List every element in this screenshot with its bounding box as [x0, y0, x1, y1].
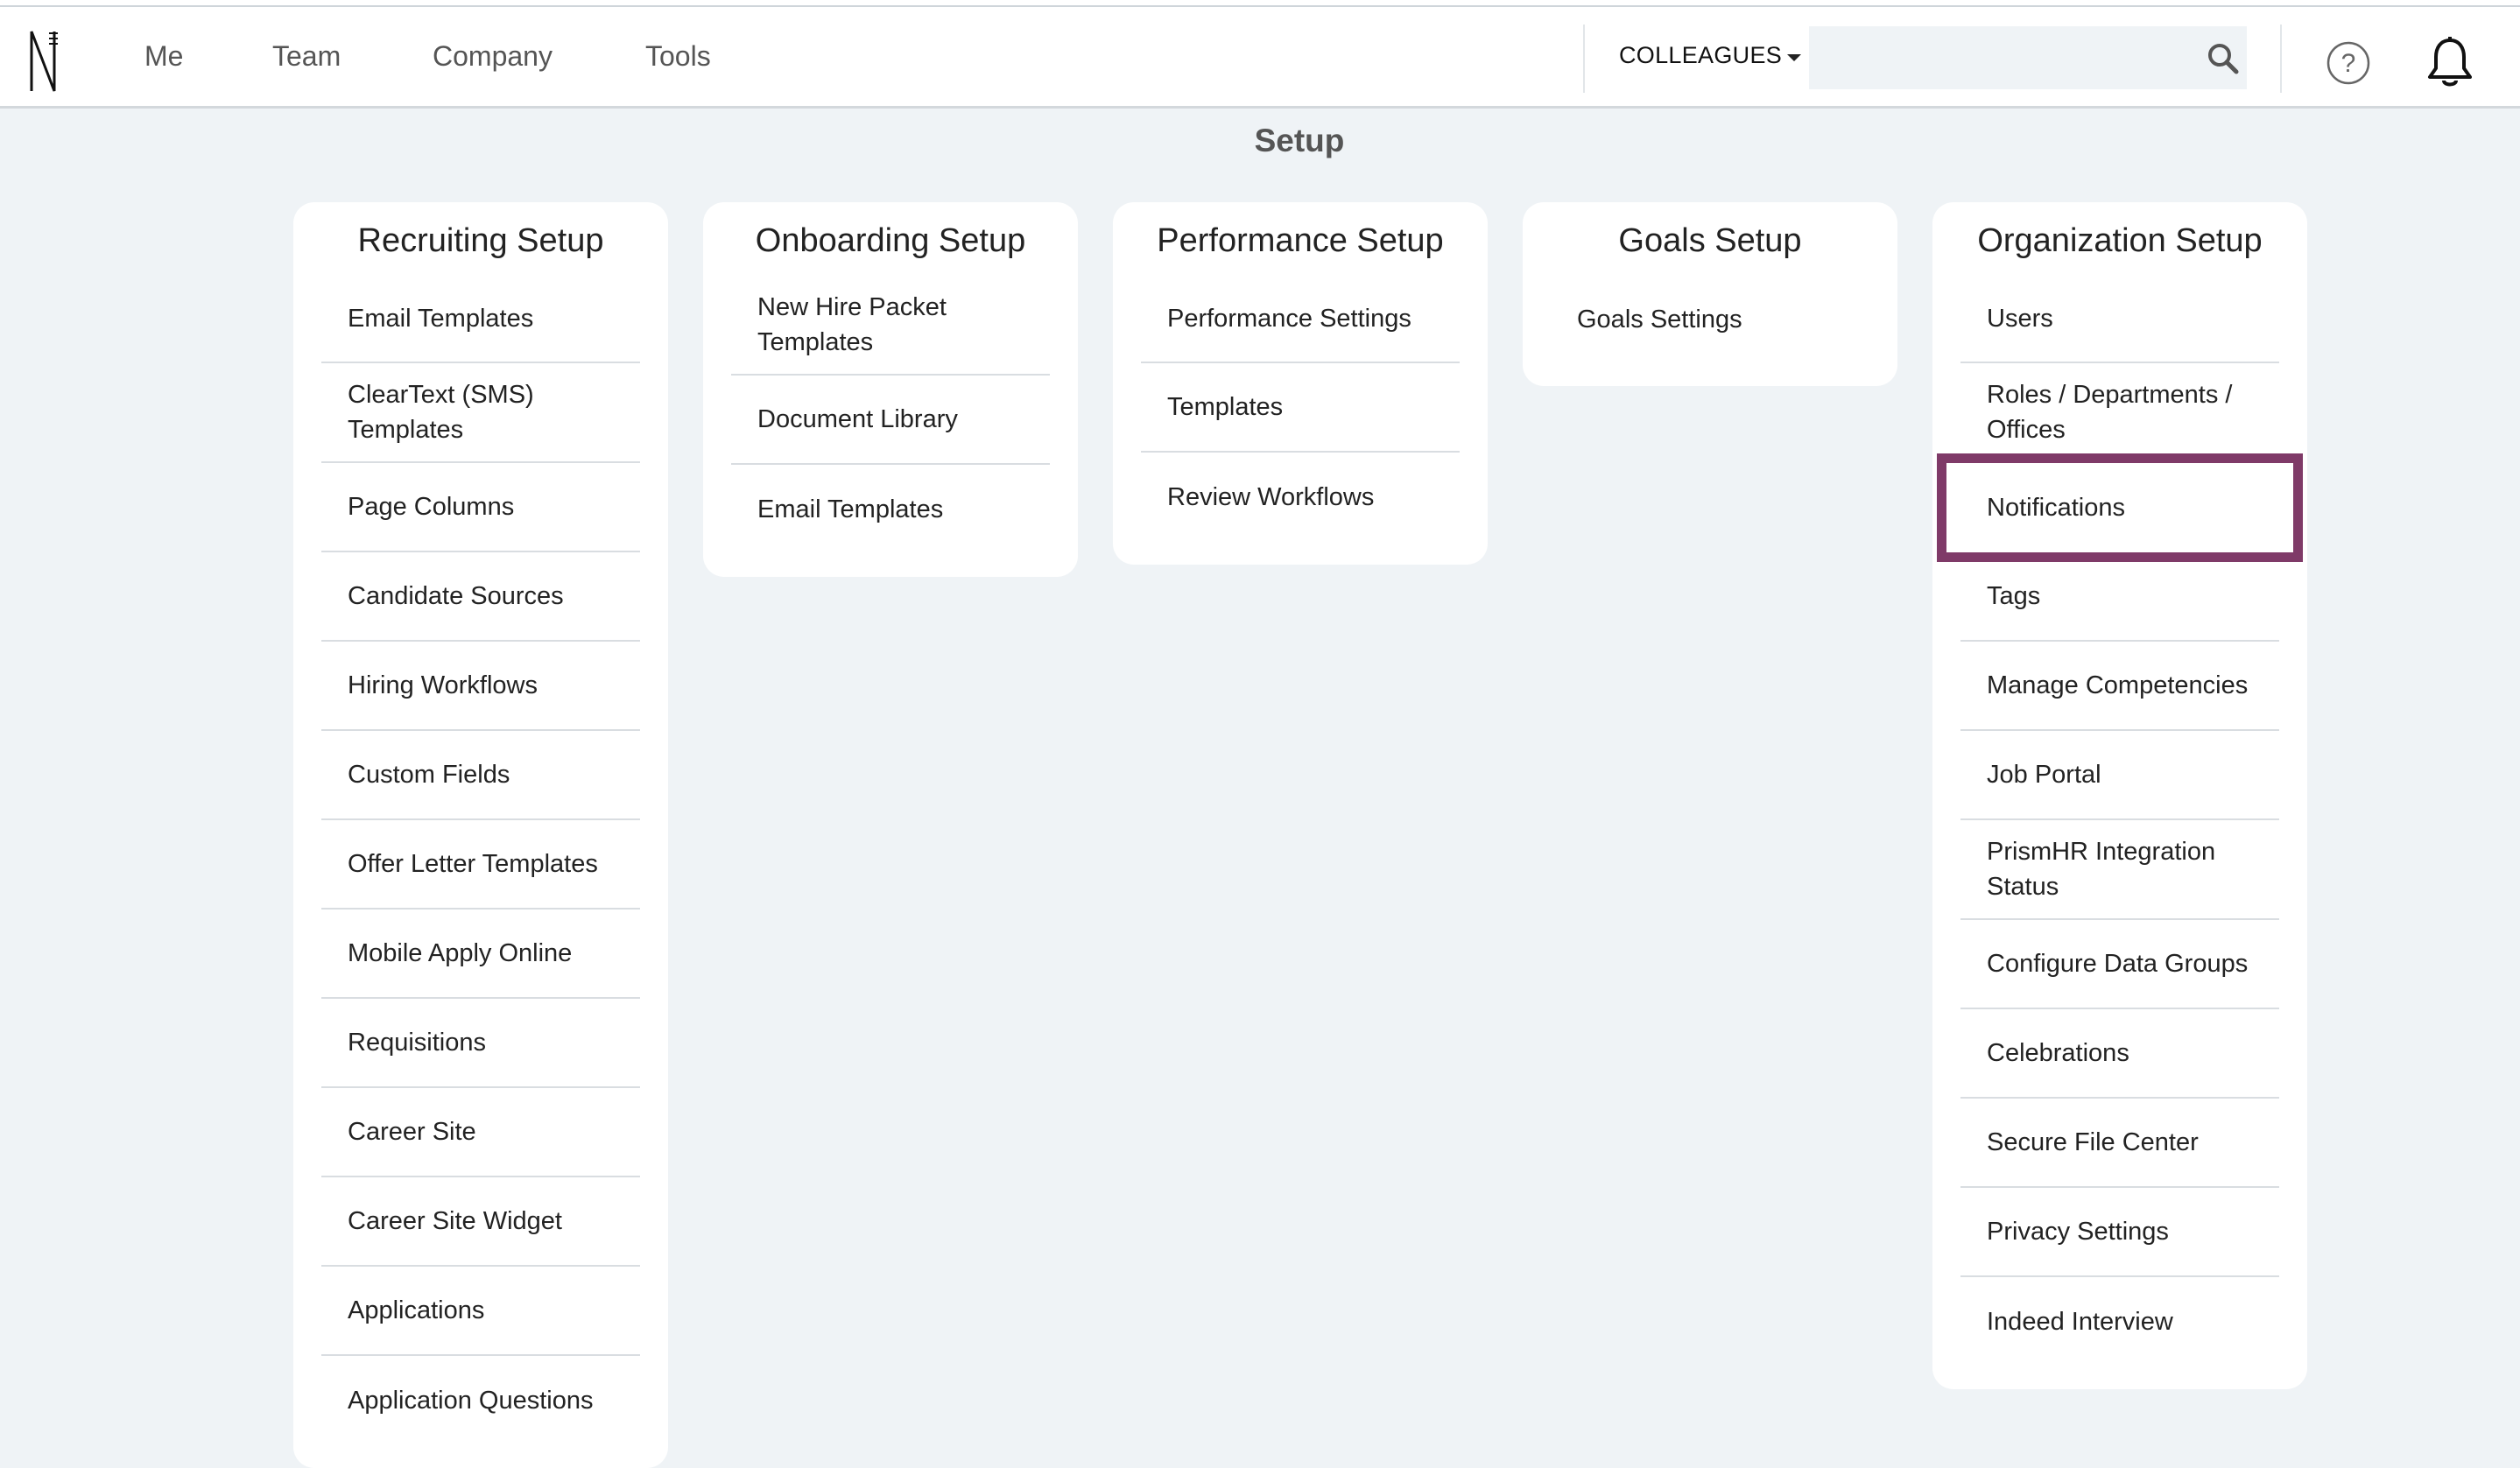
- menu-item-celebrations[interactable]: Celebrations: [1960, 1009, 2279, 1099]
- onboarding-setup-card: Onboarding Setup New Hire Packet Templat…: [703, 202, 1078, 577]
- menu-item-email-templates[interactable]: Email Templates: [731, 465, 1050, 554]
- nav-link-tools[interactable]: Tools: [645, 40, 711, 73]
- menu-item-offer-letter-templates[interactable]: Offer Letter Templates: [321, 820, 640, 910]
- menu-item-requisitions[interactable]: Requisitions: [321, 999, 640, 1088]
- card-title: Onboarding Setup: [755, 222, 1026, 259]
- organization-setup-card: Organization Setup Users Roles / Departm…: [1932, 202, 2307, 1389]
- menu-item-manage-competencies[interactable]: Manage Competencies: [1960, 642, 2279, 731]
- menu-item-custom-fields[interactable]: Custom Fields: [321, 731, 640, 820]
- menu-item-review-workflows[interactable]: Review Workflows: [1141, 453, 1460, 542]
- svg-text:?: ?: [2341, 49, 2356, 78]
- menu-item-mobile-apply-online[interactable]: Mobile Apply Online: [321, 910, 640, 999]
- colleagues-label: COLLEAGUES: [1619, 42, 1783, 68]
- menu-item-job-portal[interactable]: Job Portal: [1960, 731, 2279, 820]
- card-title: Performance Setup: [1157, 222, 1444, 259]
- card-title: Recruiting Setup: [357, 222, 604, 259]
- menu-item-hiring-workflows[interactable]: Hiring Workflows: [321, 642, 640, 731]
- nav-link-company[interactable]: Company: [433, 40, 553, 73]
- performance-setup-card: Performance Setup Performance Settings T…: [1113, 202, 1488, 565]
- card-title: Goals Setup: [1618, 222, 1802, 259]
- search-input[interactable]: [1809, 26, 2247, 89]
- menu-item-goals-settings[interactable]: Goals Settings: [1551, 288, 1869, 363]
- menu-item-applications[interactable]: Applications: [321, 1267, 640, 1356]
- menu-item-indeed-interview[interactable]: Indeed Interview: [1960, 1277, 2279, 1366]
- nav-link-team[interactable]: Team: [272, 40, 341, 73]
- card-title: Organization Setup: [1977, 222, 2263, 259]
- top-border: [0, 0, 2520, 7]
- menu-item-email-templates[interactable]: Email Templates: [321, 288, 640, 363]
- nav-divider: [2280, 25, 2282, 93]
- goals-setup-card: Goals Setup Goals Settings: [1523, 202, 1897, 386]
- nav-link-me[interactable]: Me: [144, 40, 183, 73]
- menu-item-application-questions[interactable]: Application Questions: [321, 1356, 640, 1445]
- menu-item-new-hire-packet-templates[interactable]: New Hire Packet Templates: [731, 288, 1050, 376]
- caret-down-icon: [1787, 53, 1802, 61]
- recruiting-setup-card: Recruiting Setup Email Templates ClearTe…: [293, 202, 668, 1468]
- menu-item-users[interactable]: Users: [1960, 288, 2279, 363]
- menu-item-performance-settings[interactable]: Performance Settings: [1141, 288, 1460, 363]
- menu-item-privacy-settings[interactable]: Privacy Settings: [1960, 1188, 2279, 1277]
- colleagues-dropdown[interactable]: COLLEAGUES: [1619, 42, 1802, 69]
- menu-item-career-site-widget[interactable]: Career Site Widget: [321, 1177, 640, 1267]
- menu-item-prismhr-integration-status[interactable]: PrismHR Integration Status: [1960, 820, 2279, 920]
- nav-divider: [1583, 25, 1585, 93]
- menu-item-configure-data-groups[interactable]: Configure Data Groups: [1960, 920, 2279, 1009]
- menu-item-page-columns[interactable]: Page Columns: [321, 463, 640, 552]
- menu-item-roles-departments-offices[interactable]: Roles / Departments / Offices: [1960, 363, 2279, 463]
- menu-item-document-library[interactable]: Document Library: [731, 376, 1050, 465]
- company-logo-icon[interactable]: [26, 26, 61, 96]
- notification-bell-icon[interactable]: [2425, 37, 2474, 89]
- menu-item-candidate-sources[interactable]: Candidate Sources: [321, 552, 640, 642]
- menu-item-secure-file-center[interactable]: Secure File Center: [1960, 1099, 2279, 1188]
- top-navbar: Me Team Company Tools COLLEAGUES ?: [0, 7, 2520, 109]
- help-icon[interactable]: ?: [2326, 40, 2371, 86]
- search-icon[interactable]: [2207, 42, 2240, 75]
- menu-item-notifications[interactable]: Notifications: [1937, 453, 2303, 562]
- page-title: Setup: [1254, 123, 1345, 158]
- menu-item-tags[interactable]: Tags: [1960, 552, 2279, 642]
- menu-item-career-site[interactable]: Career Site: [321, 1088, 640, 1177]
- menu-item-templates[interactable]: Templates: [1141, 363, 1460, 453]
- menu-item-cleartext-sms-templates[interactable]: ClearText (SMS) Templates: [321, 363, 640, 463]
